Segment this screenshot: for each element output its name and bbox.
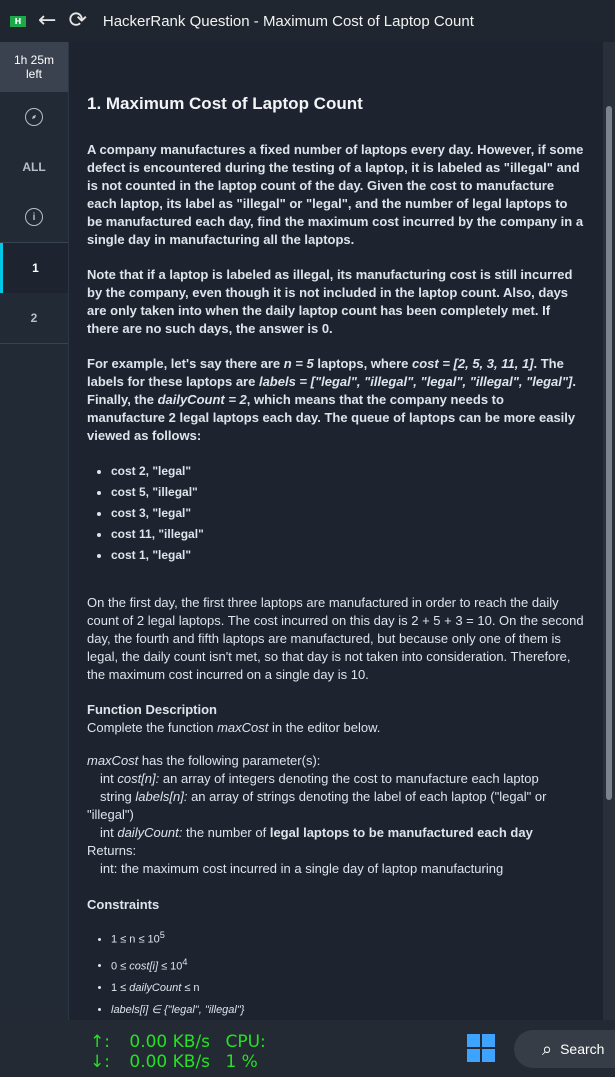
cpu-value: 1 % [225, 1052, 258, 1072]
taskbar: ↑: 0.00 KB/s CPU: ↓: 0.00 KB/s 1 % ⌕ Sea… [0, 1020, 615, 1077]
example-n: n = 5 [283, 356, 314, 371]
upload-row: ↑: 0.00 KB/s CPU: [90, 1032, 266, 1052]
example-cost: cost = [2, 5, 3, 11, 1] [412, 356, 534, 371]
list-item: cost 3, "legal" [111, 504, 585, 522]
constraint-text: ≤ 10 [158, 960, 183, 973]
param-type: int [100, 825, 118, 840]
question-panel: 1. Maximum Cost of Laptop Count A compan… [69, 42, 615, 1020]
list-item: cost 11, "illegal" [111, 525, 585, 543]
returns-desc: int: the maximum cost incurred in a sing… [100, 861, 504, 876]
constraint-var: dailyCount [129, 982, 182, 995]
example-labels: labels = ["legal", "illegal", "legal", "… [258, 374, 573, 389]
params-text: has the following parameter(s): [138, 753, 321, 768]
upload-arrow-icon: ↑: [90, 1032, 110, 1052]
fd-function-name: maxCost [217, 720, 269, 735]
example-text: For example, let's say there are [87, 356, 284, 371]
search-label: Search [560, 1041, 605, 1057]
timer-value: 1h 25m [13, 53, 55, 67]
download-row: ↓: 0.00 KB/s 1 % [90, 1052, 266, 1072]
time-remaining: 1h 25m left [0, 42, 68, 92]
question-sidebar: 1h 25m left ALL i 1 2 [0, 42, 69, 1020]
upload-speed: 0.00 KB/s [129, 1032, 211, 1052]
param-desc-bold: legal laptops to be manufactured each da… [269, 825, 533, 840]
window-title: HackerRank Question - Maximum Cost of La… [102, 12, 474, 30]
constraint-text: 1 ≤ [111, 982, 130, 995]
param-desc: the number of [182, 825, 270, 840]
param-type: int [100, 771, 118, 786]
parameters-header: maxCost has the following parameter(s): [87, 752, 585, 770]
question-2-tab[interactable]: 2 [0, 293, 68, 343]
example-text: laptops, where [313, 356, 412, 371]
list-item: cost 2, "legal" [111, 462, 585, 480]
list-item: 1 ≤ n ≤ 105 [111, 926, 585, 949]
param-name: dailyCount: [117, 825, 183, 840]
list-item: 1 ≤ dailyCount ≤ n [111, 979, 585, 997]
all-questions-button[interactable]: ALL [0, 142, 68, 192]
params-function-name: maxCost [87, 753, 139, 768]
param-daily-count: int dailyCount: the number of legal lapt… [87, 824, 585, 842]
example-daily-count: dailyCount = 2 [157, 392, 247, 407]
param-cost: int cost[n]: an array of integers denoti… [87, 770, 585, 788]
back-arrow-icon[interactable]: ← [38, 0, 56, 42]
example-paragraph: For example, let's say there are n = 5 l… [87, 355, 585, 445]
constraints-block: Constraints 1 ≤ n ≤ 105 0 ≤ cost[i] ≤ 10… [87, 896, 585, 1019]
search-icon: ⌕ [542, 1038, 553, 1060]
divider [0, 343, 68, 344]
compass-icon [25, 108, 43, 126]
example-explanation: On the first day, the first three laptop… [87, 595, 584, 682]
list-item: cost 5, "illegal" [111, 483, 585, 501]
windows-start-icon[interactable] [467, 1034, 495, 1062]
constraints-list: 1 ≤ n ≤ 105 0 ≤ cost[i] ≤ 104 1 ≤ dailyC… [87, 926, 585, 1019]
function-description: Function Description Complete the functi… [87, 701, 585, 737]
fd-text: Complete the function [87, 720, 218, 735]
constraint-text: 1 ≤ n ≤ 10 [111, 933, 160, 946]
param-name: labels[n]: [135, 789, 188, 804]
title-bar: H ← ⟳ HackerRank Question - Maximum Cost… [0, 0, 615, 42]
list-item: labels[i] ∈ {"legal", "illegal"} [111, 1001, 585, 1019]
download-speed: 0.00 KB/s [129, 1052, 211, 1072]
scrollbar-track[interactable] [603, 42, 615, 1020]
network-monitor: ↑: 0.00 KB/s CPU: ↓: 0.00 KB/s 1 % [90, 1032, 266, 1072]
parameters-block: maxCost has the following parameter(s): … [87, 752, 585, 878]
constraints-heading: Constraints [87, 897, 160, 912]
function-description-heading: Function Description [87, 702, 217, 717]
question-title: 1. Maximum Cost of Laptop Count [87, 94, 363, 113]
param-labels: string labels[n]: an array of strings de… [87, 788, 585, 824]
hackerrank-logo-icon: H [10, 15, 26, 27]
taskbar-search-button[interactable]: ⌕ Search [514, 1030, 615, 1068]
cpu-label: CPU: [225, 1032, 266, 1052]
constraint-exponent: 5 [159, 930, 165, 940]
constraint-exponent: 4 [182, 956, 188, 967]
param-type: string [100, 789, 136, 804]
problem-note: Note that if a laptop is labeled as ille… [87, 267, 573, 336]
laptop-queue-list: cost 2, "legal" cost 5, "illegal" cost 3… [87, 462, 585, 564]
fd-text: in the editor below. [268, 720, 381, 735]
returns-label: Returns: [87, 843, 137, 858]
download-arrow-icon: ↓: [90, 1052, 110, 1072]
info-icon: i [25, 208, 43, 226]
list-item: cost 1, "legal" [111, 546, 585, 564]
constraint-text: 0 ≤ [111, 960, 130, 973]
constraint-text: labels[i] ∈ {"legal", "illegal"} [111, 1004, 245, 1017]
list-item: 0 ≤ cost[i] ≤ 104 [111, 953, 585, 976]
refresh-icon[interactable]: ⟳ [68, 0, 86, 42]
constraint-var: cost[i] [129, 960, 159, 973]
function-description-text: Complete the function maxCost in the edi… [87, 719, 585, 737]
param-desc: an array of integers denoting the cost t… [159, 771, 539, 786]
info-button[interactable]: i [0, 192, 68, 242]
problem-statement: A company manufactures a fixed number of… [87, 142, 584, 247]
question-1-tab[interactable]: 1 [0, 243, 68, 293]
param-name: cost[n]: [117, 771, 160, 786]
scrollbar-thumb[interactable] [606, 106, 612, 800]
timer-label: left [25, 67, 42, 81]
constraint-text: ≤ n [181, 982, 200, 995]
compass-button[interactable] [0, 92, 68, 142]
